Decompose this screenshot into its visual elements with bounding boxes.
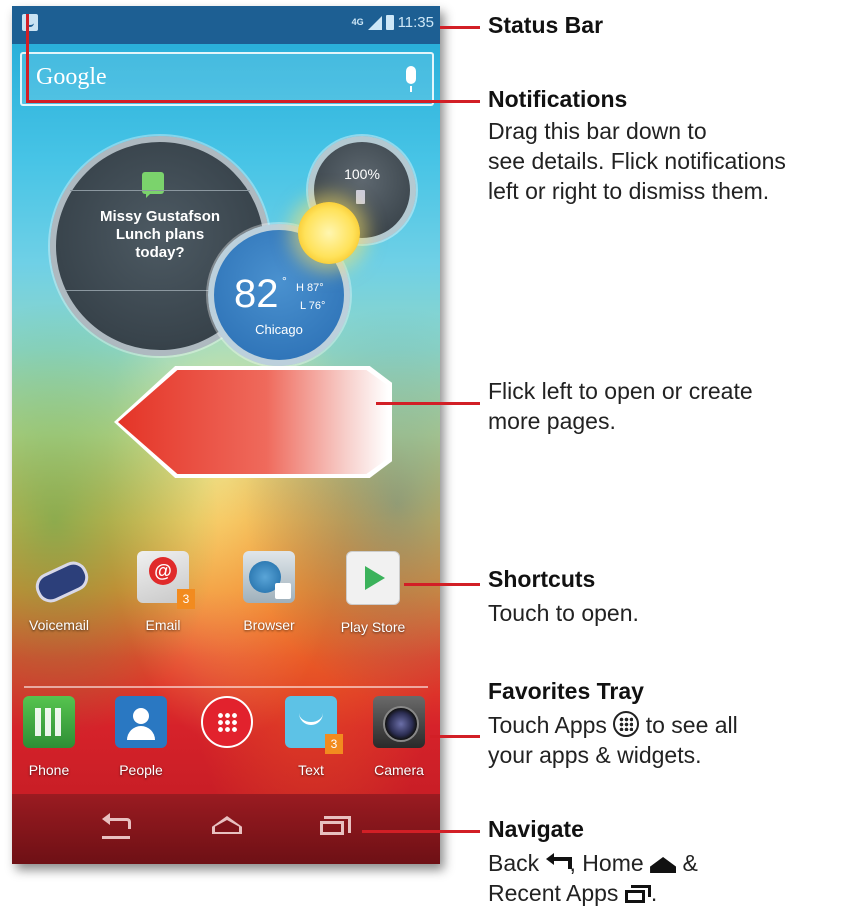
status-bar-callout-title: Status Bar (488, 12, 604, 38)
favorites-line-1-post: to see all (645, 712, 738, 738)
back-icon-base (102, 836, 130, 839)
microphone-icon[interactable] (406, 66, 416, 92)
tray-divider (24, 686, 428, 688)
favorites-line-1: Touch Apps to see all (488, 710, 738, 740)
network-type-label: 4G (351, 17, 364, 27)
status-bar-leader (440, 26, 480, 29)
battery-icon (385, 15, 394, 30)
notifications-callout-title: Notifications (488, 86, 628, 112)
shortcut-label: Browser (243, 617, 295, 633)
navigate-line-2: Recent Apps . (488, 878, 698, 908)
notifications-line-1: Drag this bar down to (488, 118, 707, 144)
shortcut-play-store[interactable]: Play Store (328, 551, 418, 635)
widget-divider (70, 190, 250, 191)
favorite-label: People (119, 762, 163, 778)
shortcuts-row: Voicemail 3 Email Browser Play Store (12, 551, 440, 661)
shortcut-voicemail[interactable]: Voicemail (14, 551, 104, 633)
recent-apps-icon (624, 885, 651, 903)
email-badge: 3 (177, 589, 195, 609)
status-indicators: 4G 11:35 (352, 14, 434, 31)
degree-symbol: ° (282, 274, 287, 288)
flick-leader (376, 402, 480, 405)
navigate-line-1: Back , Home & (488, 848, 698, 878)
weather-city: Chicago (255, 322, 303, 337)
shortcuts-leader (404, 583, 480, 586)
shortcut-browser[interactable]: Browser (224, 551, 314, 633)
favorites-line-1-pre: Touch Apps (488, 712, 607, 738)
home-icon (650, 857, 677, 873)
favorites-callout-title: Favorites Tray (488, 678, 644, 704)
browser-icon (243, 551, 295, 603)
low-temp: L 76° (300, 300, 326, 312)
phone-icon (23, 696, 75, 748)
message-sender: Missy Gustafson (99, 208, 221, 225)
back-icon[interactable] (102, 813, 131, 832)
home-icon[interactable] (212, 816, 242, 834)
email-icon: 3 (137, 551, 195, 609)
flick-line-2: more pages. (488, 408, 616, 434)
navigate-back-label: Back (488, 850, 540, 876)
navigate-callout-body: Back , Home & Recent Apps . (488, 848, 698, 908)
battery-level: 100% (344, 166, 380, 182)
flick-line-1: Flick left to open or create (488, 378, 753, 404)
notifications-line-2: see details. Flick notifications (488, 148, 786, 174)
favorites-line-2: your apps & widgets. (488, 742, 702, 768)
notifications-line-3: left or right to dismiss them. (488, 178, 770, 204)
apps-button[interactable] (182, 696, 272, 748)
navigate-recent-label: Recent Apps (488, 880, 619, 906)
navigate-end-period: . (650, 880, 658, 906)
notification-message-icon[interactable] (22, 14, 38, 31)
text-badge: 3 (325, 734, 343, 754)
sun-icon (298, 202, 360, 264)
shortcuts-callout-title: Shortcuts (488, 566, 596, 592)
favorites-tray: Phone People 3 Text Camera (12, 696, 440, 796)
shortcut-label: Email (145, 617, 181, 633)
notifications-leader (26, 100, 480, 103)
phone-home-screen: 4G 11:35 Google Missy Gustafson Lunch pl… (12, 6, 440, 864)
favorite-camera[interactable]: Camera (354, 696, 440, 778)
back-icon (545, 853, 572, 873)
favorite-label: Camera (374, 762, 424, 778)
text-message-icon: 3 (285, 696, 343, 754)
favorite-label: Phone (28, 762, 70, 778)
temperature: 82 (234, 272, 279, 316)
notifications-callout-body: Drag this bar down to see details. Flick… (488, 116, 786, 206)
shortcut-label: Voicemail (29, 617, 89, 633)
voicemail-icon (33, 551, 85, 603)
navigate-leader (362, 830, 480, 833)
navigate-home-label: , Home (569, 850, 644, 876)
notifications-leader-vertical (26, 14, 29, 102)
favorites-callout-body: Touch Apps to see all your apps & widget… (488, 710, 738, 770)
navigate-callout-title: Navigate (488, 816, 584, 842)
navigate-amp: & (682, 850, 698, 876)
recent-apps-icon[interactable] (320, 816, 351, 836)
favorite-label: Text (298, 762, 324, 778)
shortcut-email[interactable]: 3 Email (118, 551, 208, 633)
apps-icon (613, 711, 640, 737)
signal-strength-icon (367, 15, 382, 30)
status-time: 11:35 (397, 14, 434, 31)
apps-grid-icon (201, 696, 253, 748)
favorite-people[interactable]: People (96, 696, 186, 778)
google-logo-text: Google (36, 64, 107, 90)
navigation-bar (12, 794, 440, 864)
shortcuts-callout-body: Touch to open. (488, 600, 639, 626)
camera-icon (373, 696, 425, 748)
favorite-phone[interactable]: Phone (12, 696, 94, 778)
battery-widget-icon (356, 190, 365, 204)
play-store-icon (346, 551, 400, 605)
status-bar[interactable]: 4G 11:35 (12, 6, 440, 44)
people-icon (115, 696, 167, 748)
shortcut-label: Play Store (340, 619, 406, 635)
flick-callout-body: Flick left to open or create more pages. (488, 376, 753, 436)
favorite-text[interactable]: 3 Text (266, 696, 356, 778)
high-temp: H 87° (296, 282, 324, 294)
favorites-leader (430, 735, 480, 738)
google-search-bar[interactable]: Google (20, 52, 434, 106)
